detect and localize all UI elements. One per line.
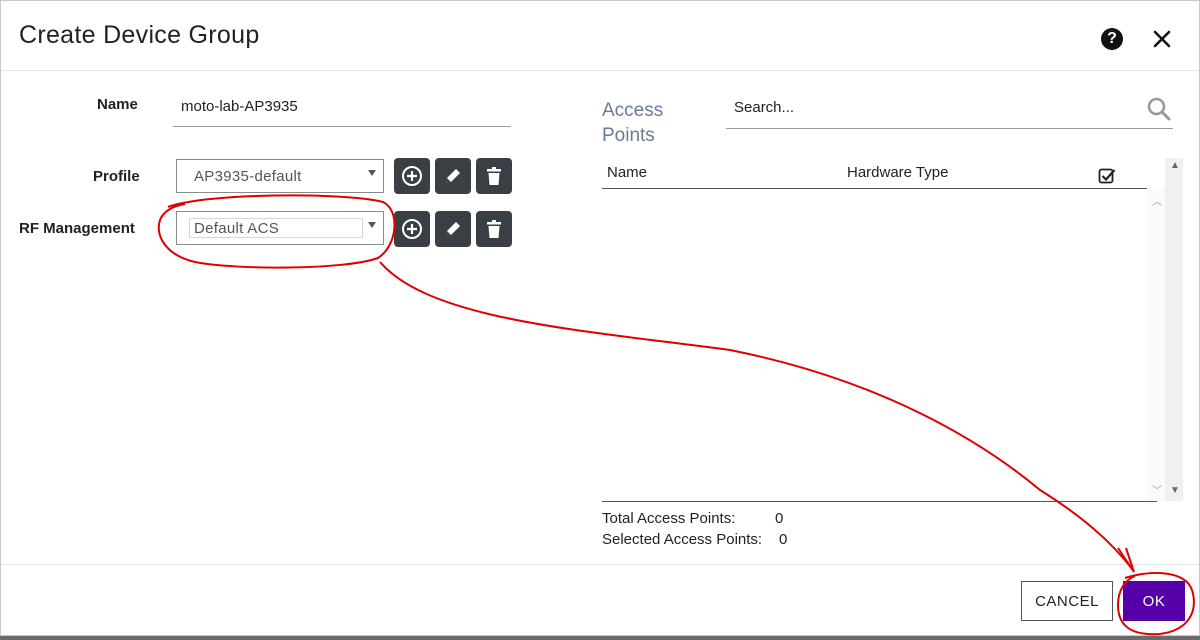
- add-rf-button[interactable]: [394, 211, 430, 247]
- close-icon[interactable]: [1149, 23, 1175, 53]
- table-footer-divider: [602, 501, 1157, 502]
- edit-pencil-icon: [446, 169, 460, 183]
- access-points-title-line1: Access: [602, 100, 664, 121]
- chevron-down-icon[interactable]: ﹀: [1152, 482, 1162, 497]
- checkbox-checked-icon[interactable]: [1098, 167, 1116, 185]
- delete-profile-button[interactable]: [476, 158, 512, 194]
- trash-icon: [487, 167, 501, 185]
- profile-label: Profile: [93, 168, 140, 185]
- access-points-table-body: [602, 189, 1147, 501]
- add-profile-button[interactable]: [394, 158, 430, 194]
- cancel-button[interactable]: CANCEL: [1021, 581, 1113, 621]
- edit-profile-button[interactable]: [435, 158, 471, 194]
- selected-access-points-label: Selected Access Points:: [602, 531, 763, 548]
- chevron-down-icon: [368, 222, 376, 228]
- chevron-down-icon: [368, 170, 376, 176]
- inner-scrollbar[interactable]: ︿ ﹀: [1147, 189, 1165, 501]
- dialog-title: Create Device Group: [19, 21, 260, 49]
- edit-rf-button[interactable]: [435, 211, 471, 247]
- selected-access-points-value: 0: [779, 531, 788, 548]
- chevron-up-icon[interactable]: ︿: [1152, 193, 1162, 208]
- name-input[interactable]: [173, 87, 511, 127]
- access-points-title-line2: Points: [602, 125, 655, 146]
- total-access-points-label: Total Access Points:: [602, 510, 736, 527]
- rf-management-select[interactable]: Default ACS: [176, 211, 384, 245]
- rf-management-label: RF Management: [19, 220, 135, 237]
- add-circle-icon: [402, 219, 422, 239]
- trash-icon: [487, 220, 501, 238]
- help-icon[interactable]: ?: [1101, 28, 1123, 50]
- access-points-title: Access Points: [602, 98, 663, 148]
- create-device-group-dialog: Create Device Group ? Name Profile AP393…: [0, 0, 1200, 636]
- footer-divider: [1, 564, 1199, 565]
- profile-select[interactable]: AP3935-default: [176, 159, 384, 193]
- rf-management-select-field: Default ACS: [189, 218, 363, 238]
- delete-rf-button[interactable]: [476, 211, 512, 247]
- scroll-up-icon[interactable]: ▲: [1170, 160, 1180, 171]
- dialog-header: Create Device Group ?: [1, 1, 1199, 71]
- add-circle-icon: [402, 166, 422, 186]
- table-scrollbar[interactable]: ▲ ▼: [1165, 158, 1183, 501]
- edit-pencil-icon: [446, 222, 460, 236]
- search-input[interactable]: [726, 87, 1173, 129]
- profile-select-value: AP3935-default: [194, 168, 302, 185]
- rf-management-select-value: Default ACS: [194, 220, 280, 237]
- ok-button[interactable]: OK: [1123, 581, 1185, 621]
- column-header-hardware-type[interactable]: Hardware Type: [847, 164, 948, 181]
- column-header-name[interactable]: Name: [607, 164, 647, 181]
- total-access-points-value: 0: [775, 510, 784, 527]
- search-icon[interactable]: [1146, 96, 1172, 122]
- scroll-down-icon[interactable]: ▼: [1170, 485, 1180, 496]
- name-label: Name: [97, 96, 138, 113]
